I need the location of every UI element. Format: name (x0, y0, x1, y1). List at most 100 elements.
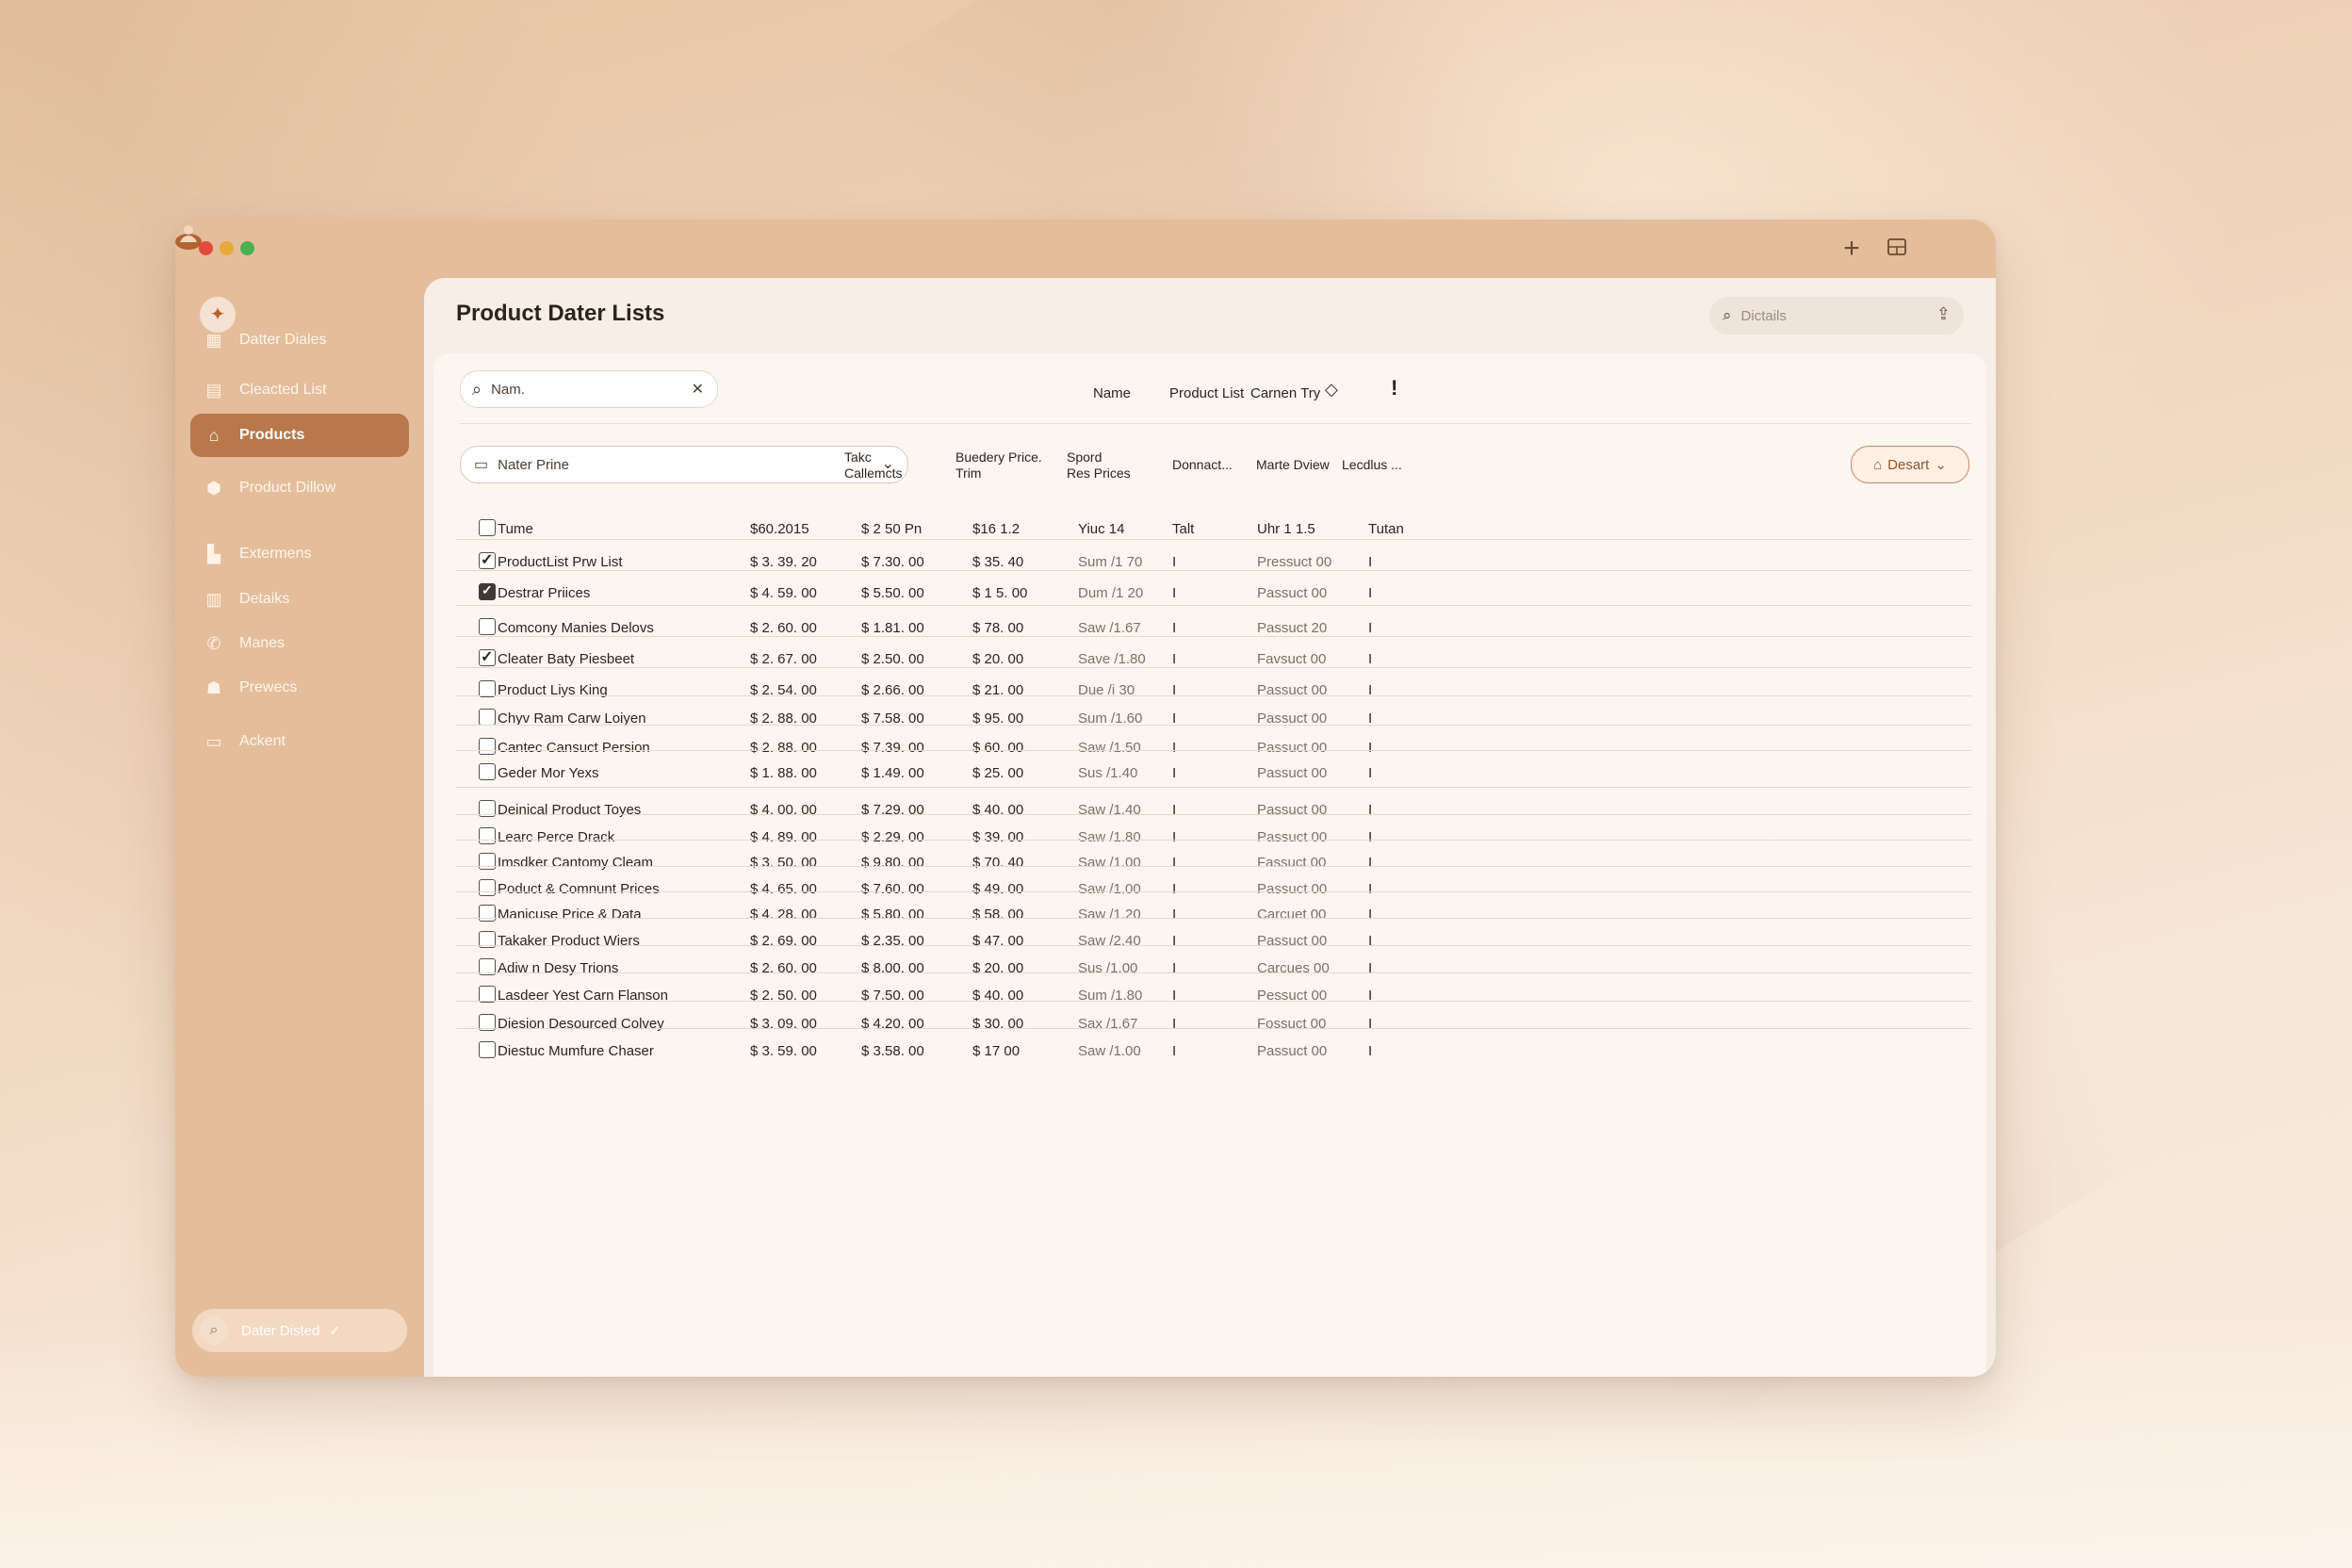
row-divider (456, 787, 1971, 788)
sidebar-item-extermens[interactable]: ▙ Extermens (190, 532, 409, 576)
table-cell: Tutan (1368, 521, 1404, 537)
row-checkbox[interactable] (479, 618, 496, 635)
card-icon: ▭ (205, 732, 222, 751)
table-cell: $ 70. 40 (972, 855, 1024, 871)
table-cell: Cleater Baty Piesbeet (498, 651, 635, 667)
table-cell: ProductList Prw List (498, 554, 623, 570)
table-cell: $ 2. 88. 00 (750, 740, 817, 756)
table-cell: Saw /1.67 (1078, 620, 1141, 636)
table-cell: Saw /1.50 (1078, 740, 1141, 756)
row-checkbox[interactable] (479, 550, 496, 569)
table-cell: $ 2.50. 00 (861, 651, 924, 667)
maximize-window-button[interactable] (240, 241, 254, 255)
sidebar-item-detaiks[interactable]: ▥ Detaiks (190, 578, 409, 621)
row-checkbox[interactable] (479, 879, 496, 896)
table-cell: Sum /1 70 (1078, 554, 1143, 570)
sidebar-item-cleacted-list[interactable]: ▤ Cleacted List (190, 368, 409, 412)
sidebar-item-product-dillow[interactable]: ⬢ Product Dillow (190, 466, 409, 510)
table-cell: I (1368, 651, 1373, 667)
table-cell: $ 3. 09. 00 (750, 1016, 817, 1032)
table-cell: Sus /1.00 (1078, 960, 1138, 976)
table-cell: $ 4. 89. 00 (750, 829, 817, 845)
row-checkbox[interactable] (479, 905, 496, 922)
table-cell: Save /1.80 (1078, 651, 1146, 667)
row-checkbox[interactable] (479, 827, 496, 844)
row-checkbox[interactable] (479, 738, 496, 755)
table-cell: $ 8.00. 00 (861, 960, 924, 976)
sidebar-item-manes[interactable]: ✆ Manes (190, 622, 409, 665)
sidebar-item-label: Manes (239, 635, 286, 651)
table-cell: Passuct 00 (1257, 802, 1328, 818)
table-cell: $ 2. 60. 00 (750, 960, 817, 976)
table-cell: Passuct 00 (1257, 829, 1328, 845)
sidebar-item-datter-diales[interactable]: ▦ Datter Diales (190, 318, 409, 362)
row-divider (456, 750, 1971, 751)
table-cell: I (1368, 620, 1373, 636)
building-icon: ▙ (207, 545, 220, 564)
table-cell: $ 40. 00 (972, 802, 1024, 818)
select-all-checkbox[interactable] (479, 519, 496, 536)
table-cell: Learc Perce Drack (498, 829, 615, 845)
table-cell: I (1368, 1016, 1373, 1032)
table-cell: Sax /1.67 (1078, 1016, 1138, 1032)
app-window: + ✦ ▦ Datter Diales ▤ Cleacted List ⌂ Product… (175, 220, 1996, 1377)
row-divider (456, 1001, 1971, 1002)
table-cell: $ 2.35. 00 (861, 933, 924, 949)
table-cell: I (1172, 740, 1177, 756)
share-icon[interactable]: ⇪ (1936, 304, 1951, 324)
table-cell: Passuct 20 (1257, 620, 1328, 636)
sidebar-item-products[interactable]: ⌂ Products (190, 414, 409, 457)
row-divider (456, 539, 1971, 540)
sidebar-item-label: Cleacted List (239, 382, 327, 398)
close-window-button[interactable] (199, 241, 213, 255)
table-cell: $ 47. 00 (972, 933, 1024, 949)
details-search-input[interactable]: ⌕ Dictails ⇪ (1709, 297, 1964, 335)
row-checkbox[interactable] (479, 853, 496, 870)
sidebar-item-label: Detaiks (239, 591, 290, 607)
row-checkbox[interactable] (479, 582, 496, 600)
table-cell: $ 4. 00. 00 (750, 802, 817, 818)
row-divider (456, 814, 1971, 815)
row-checkbox[interactable] (479, 709, 496, 726)
table-cell: Deinical Product Toyes (498, 802, 642, 818)
row-checkbox[interactable] (479, 647, 496, 666)
table-cell: I (1172, 585, 1177, 601)
table-cell: Takaker Product Wiers (498, 933, 640, 949)
table-cell: I (1368, 1043, 1373, 1059)
table-cell: I (1172, 765, 1177, 781)
table-cell: I (1368, 765, 1373, 781)
sidebar-item-ackent[interactable]: ▭ Ackent (190, 720, 409, 763)
row-checkbox[interactable] (479, 1041, 496, 1058)
table-cell: $ 3. 39. 20 (750, 554, 817, 570)
table-cell: Comcony Manies Delovs (498, 620, 654, 636)
table-cell: I (1368, 933, 1373, 949)
minimize-window-button[interactable] (220, 241, 234, 255)
table-cell: Passuct 00 (1257, 585, 1328, 601)
table-cell: I (1368, 829, 1373, 845)
table-cell: Saw /1.40 (1078, 802, 1141, 818)
row-divider (456, 840, 1971, 841)
table-cell: I (1368, 740, 1373, 756)
table-cell: $ 78. 00 (972, 620, 1024, 636)
table-cell: $ 58. 00 (972, 906, 1024, 923)
table-cell: $ 5.50. 00 (861, 585, 924, 601)
sidebar-item-prewecs[interactable]: ☗ Prewecs (190, 666, 409, 710)
sidebar-item-label: Datter Diales (239, 332, 327, 348)
page-title: Product Dater Lists (456, 301, 665, 326)
table-cell: $ 2. 67. 00 (750, 651, 817, 667)
table-cell: $ 9.80. 00 (861, 855, 924, 871)
table-cell: $ 1.81. 00 (861, 620, 924, 636)
row-checkbox[interactable] (479, 763, 496, 780)
sidebar-search-button[interactable]: ⌕ Dater Disted ✓ (192, 1309, 407, 1352)
table-cell: Favsuct 00 (1257, 651, 1327, 667)
table-cell: $ 4. 28. 00 (750, 906, 817, 923)
table-cell: I (1172, 829, 1177, 845)
sidebar-item-label: Product Dillow (239, 480, 336, 496)
panel-icon[interactable] (1883, 235, 1911, 263)
table-cell: I (1172, 1043, 1177, 1059)
table-cell: Fossuct 00 (1257, 1016, 1327, 1032)
table-cell: Saw /1.20 (1078, 906, 1141, 923)
user-avatar[interactable] (175, 225, 202, 250)
table-cell: I (1172, 620, 1177, 636)
plus-icon[interactable]: + (1838, 235, 1866, 263)
